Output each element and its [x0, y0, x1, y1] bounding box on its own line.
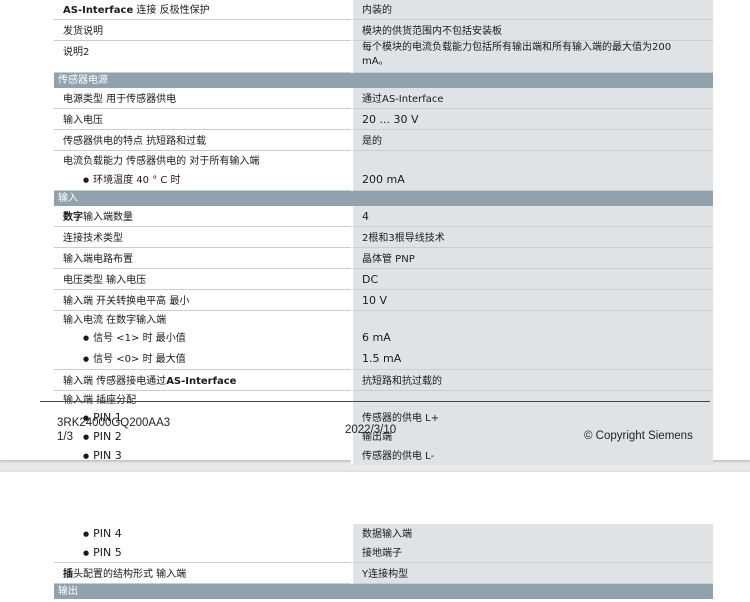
- spec-value: 传感器的供电 L-: [351, 446, 713, 465]
- spec-value: 模块的供货范围内不包括安装板: [351, 19, 713, 41]
- spec-row: 输入端 传感器接电通过AS-Interface 抗短路和抗过载的: [54, 369, 713, 391]
- section-title: 传感器电源: [54, 72, 713, 88]
- spec-label: 输入端 传感器接电通过AS-Interface: [54, 369, 352, 391]
- spec-value: 传感器的供电 L+: [351, 408, 713, 427]
- spec-row: 发货说明 模块的供货范围内不包括安装板: [54, 19, 713, 41]
- spec-row: 电压类型 输入电压 DC: [54, 268, 713, 290]
- spec-table: AS-Interface 连接 反极性保护 内装的 发货说明 模块的供货范围内不包括安…: [54, 0, 713, 465]
- spec-label: 信号 <1> 时 最小值: [54, 327, 352, 348]
- footer-page-number: 1/3: [57, 431, 73, 443]
- spec-table: PIN 4数据输入端PIN 5接地端子插头配置的结构形式 输入端Y连接构型输出: [54, 524, 713, 599]
- spec-label: 发货说明: [54, 19, 352, 41]
- footer-divider: [40, 401, 710, 402]
- spec-label: 电源类型 用于传感器供电: [54, 88, 352, 109]
- spec-row: 插头配置的结构形式 输入端 Y连接构型: [54, 562, 713, 584]
- spec-value: [351, 150, 713, 169]
- spec-value: 6 mA: [351, 327, 713, 348]
- spec-row: 信号 <1> 时 最小值6 mA: [54, 327, 713, 348]
- section-header: 输出: [54, 583, 713, 599]
- spec-value: 接地端子: [351, 543, 713, 563]
- spec-value: 抗短路和抗过载的: [351, 369, 713, 391]
- spec-row: PIN 4数据输入端: [54, 524, 713, 543]
- spec-label: 说明2: [54, 40, 352, 73]
- section-header: 传感器电源: [54, 72, 713, 88]
- spec-value: 2根和3根导线技术: [351, 226, 713, 248]
- spec-value: 是的: [351, 129, 713, 151]
- spec-row: AS-Interface 连接 反极性保护 内装的: [54, 0, 713, 20]
- spec-label: 电流负载能力 传感器供电的 对于所有输入端: [63, 156, 260, 167]
- spec-value: 4: [351, 206, 713, 227]
- spec-label: PIN 3: [54, 446, 352, 465]
- spec-row: 数字输入端数量 4: [54, 206, 713, 227]
- spec-value: Y连接构型: [351, 562, 713, 584]
- spec-value: 内装的: [351, 0, 713, 20]
- spec-label: 输入端 开关转换电平高 最小: [54, 289, 352, 311]
- spec-label: 连接技术类型: [54, 226, 352, 248]
- spec-label: PIN 2: [54, 427, 352, 446]
- spec-row: 输入电压 20 ... 30 V: [54, 108, 713, 130]
- spec-value: 数据输入端: [351, 524, 713, 543]
- spec-value: [351, 390, 713, 408]
- spec-row: 传感器供电的特点 抗短路和过载 是的: [54, 129, 713, 151]
- datasheet-page-2: PIN 4数据输入端PIN 5接地端子插头配置的结构形式 输入端Y连接构型输出: [0, 472, 750, 602]
- footer-product-id: 3RK24000GQ200AA3: [57, 417, 171, 429]
- spec-value: 200 mA: [351, 169, 713, 191]
- spec-row: 输入端 插座分配: [54, 390, 713, 408]
- spec-row: 环境温度 40 ° C 时200 mA: [54, 169, 713, 191]
- spec-row: 连接技术类型 2根和3根导线技术: [54, 226, 713, 248]
- spec-row: 电源类型 用于传感器供电 通过AS-Interface: [54, 88, 713, 109]
- spec-value: 通过AS-Interface: [351, 88, 713, 109]
- datasheet-page-1: AS-Interface 连接 反极性保护 内装的 发货说明 模块的供货范围内不包括安…: [0, 0, 750, 465]
- spec-label: 输入端电路布置: [54, 247, 352, 269]
- spec-row: 输入端电路布置 晶体管 PNP: [54, 247, 713, 269]
- spec-row: PIN 5接地端子: [54, 543, 713, 563]
- spec-label: 输入电流 在数字输入端: [63, 315, 167, 326]
- spec-value: 晶体管 PNP: [351, 247, 713, 269]
- spec-label: 输入端 插座分配: [63, 395, 137, 406]
- spec-label: 环境温度 40 ° C 时: [54, 169, 352, 191]
- spec-row: 输入端 开关转换电平高 最小 10 V: [54, 289, 713, 311]
- spec-label: 传感器供电的特点 抗短路和过载: [54, 129, 352, 151]
- spec-row: 说明2 每个模块的电流负载能力包括所有输出端和所有输入端的最大值为200 mA。: [54, 40, 713, 73]
- spec-label: 信号 <0> 时 最大值: [54, 348, 352, 370]
- spec-label: 数字输入端数量: [54, 206, 352, 227]
- spec-label: AS-Interface 连接 反极性保护: [54, 0, 352, 20]
- spec-row: 信号 <0> 时 最大值1.5 mA: [54, 348, 713, 370]
- spec-value: 每个模块的电流负载能力包括所有输出端和所有输入端的最大值为200 mA。: [351, 40, 713, 73]
- section-title: 输出: [54, 583, 713, 599]
- spec-value: [351, 310, 713, 327]
- section-header: 输入: [54, 190, 713, 206]
- spec-label: 插头配置的结构形式 输入端: [54, 562, 352, 584]
- spec-label: 电压类型 输入电压: [54, 268, 352, 290]
- spec-value: 10 V: [351, 289, 713, 311]
- spec-value: 1.5 mA: [351, 348, 713, 370]
- spec-value: DC: [351, 268, 713, 290]
- spec-label: PIN 5: [54, 543, 352, 563]
- spec-label: 输入电压: [54, 108, 352, 130]
- spec-row: 电流负载能力 传感器供电的 对于所有输入端: [54, 150, 713, 169]
- spec-label: PIN 4: [54, 524, 352, 543]
- spec-row: 输入电流 在数字输入端: [54, 310, 713, 327]
- spec-row: PIN 3传感器的供电 L-: [54, 446, 713, 465]
- section-title: 输入: [54, 190, 713, 206]
- spec-value: 20 ... 30 V: [351, 108, 713, 130]
- footer-copyright: © Copyright Siemens: [584, 430, 693, 442]
- footer-date: 2022/3/10: [345, 424, 397, 436]
